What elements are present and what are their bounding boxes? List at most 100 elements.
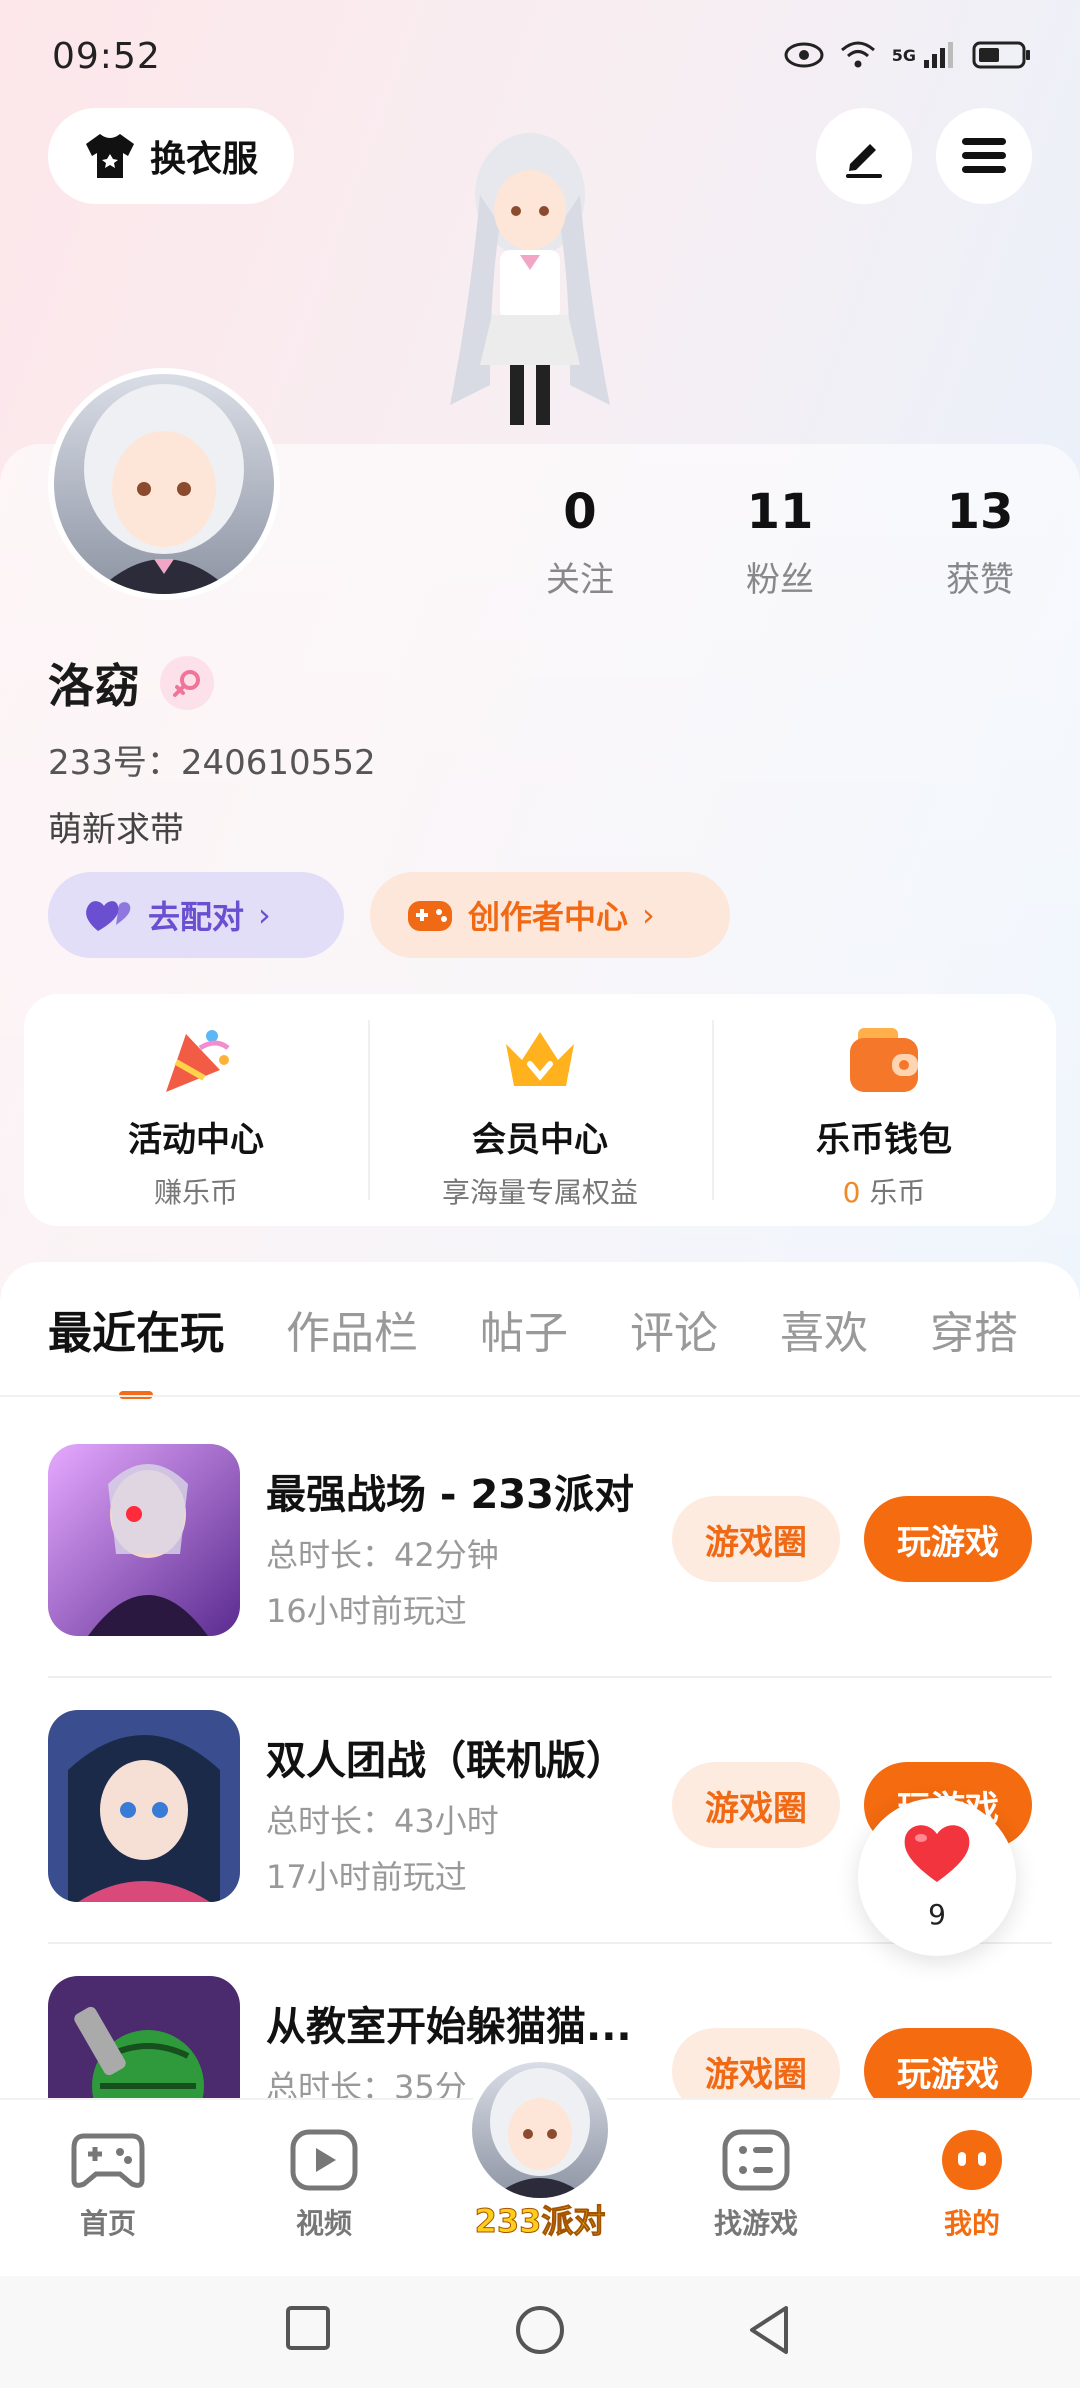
game-duration: 总时长：43小时 — [266, 1802, 499, 1840]
tshirt-icon — [85, 134, 134, 178]
status-bar: 09:52 5G — [0, 0, 1080, 110]
game-title: 双人团战（联机版） — [266, 1738, 626, 1784]
likes-count: 13 — [946, 484, 1014, 540]
gamepad-icon — [408, 901, 452, 931]
hearts-icon — [86, 901, 131, 931]
tab-works[interactable]: 作品栏 — [286, 1297, 418, 1361]
edit-profile-button[interactable] — [816, 108, 912, 204]
tab-posts[interactable]: 帖子 — [480, 1297, 568, 1361]
tab-comments[interactable]: 评论 — [630, 1297, 718, 1361]
service-coin-wallet[interactable]: 乐币钱包 0 乐币 — [712, 994, 1056, 1226]
female-gender-icon — [160, 656, 214, 710]
followers-label: 粉丝 — [746, 560, 814, 600]
stat-likes[interactable]: 13 获赞 — [880, 484, 1080, 601]
tab-recently-played[interactable]: 最近在玩 — [48, 1297, 224, 1399]
game-icon — [48, 1710, 240, 1902]
eye-icon — [784, 42, 824, 68]
bottom-nav: 首页 视频 233派对 找游戏 我的 — [0, 2056, 1080, 2276]
battery-icon — [972, 41, 1030, 69]
following-label: 关注 — [546, 560, 614, 600]
stat-followers[interactable]: 11 粉丝 — [680, 484, 880, 601]
user-bio: 萌新求带 — [48, 810, 184, 850]
service-subtitle: 赚乐币 — [153, 1176, 238, 1209]
nav-label: 视频 — [295, 2207, 352, 2240]
profile-avatar[interactable] — [48, 368, 280, 600]
pen-icon — [846, 144, 882, 178]
party-popper-icon — [156, 1020, 236, 1100]
signal-icon — [924, 42, 953, 68]
game-last-played: 17小时前玩过 — [266, 1858, 467, 1896]
followers-count: 11 — [746, 484, 814, 540]
network-label: 5G — [891, 45, 916, 65]
tab-likes[interactable]: 喜欢 — [780, 1297, 868, 1361]
gamepad-icon — [71, 2133, 145, 2188]
nav-label: 我的 — [943, 2207, 1000, 2240]
nav-label: 首页 — [79, 2207, 136, 2240]
nav-party-label: 233派对 — [474, 2202, 606, 2241]
like-count: 9 — [928, 1898, 946, 1931]
wifi-icon — [840, 41, 875, 68]
service-title: 会员中心 — [472, 1120, 608, 1160]
crown-icon — [500, 1020, 580, 1100]
game-circle-button[interactable]: 游戏圈 — [672, 1496, 840, 1582]
nav-video[interactable]: 视频 — [254, 2128, 394, 2242]
nav-find-games[interactable]: 找游戏 — [686, 2128, 826, 2242]
stat-following[interactable]: 0 关注 — [480, 484, 680, 601]
coin-unit: 乐币 — [860, 1176, 926, 1209]
game-duration: 总时长：42分钟 — [266, 1536, 499, 1574]
like-float-button[interactable]: 9 — [858, 1798, 1016, 1956]
chevron-right-icon: › — [258, 896, 271, 934]
home-circle-icon[interactable] — [514, 2304, 566, 2356]
user-id: 233号：240610552 — [48, 743, 376, 783]
creator-center-label: 创作者中心 — [468, 898, 629, 936]
heart-icon — [904, 1825, 970, 1882]
content-panel: 最近在玩 作品栏 帖子 评论 喜欢 穿搭 最强战场 - 233派对 总时长：42… — [0, 1262, 1080, 2168]
recent-apps-icon[interactable] — [284, 2304, 332, 2352]
face-icon — [942, 2130, 1002, 2190]
hamburger-icon — [962, 138, 1006, 173]
game-icon — [48, 1444, 240, 1636]
list-icon — [722, 2129, 790, 2191]
coin-count: 0 — [842, 1176, 861, 1209]
status-icons: 5G — [784, 40, 1032, 70]
nav-mine[interactable]: 我的 — [902, 2128, 1042, 2242]
back-triangle-icon[interactable] — [746, 2304, 794, 2356]
likes-label: 获赞 — [946, 560, 1014, 600]
match-button[interactable]: 去配对 › — [48, 872, 344, 958]
service-card: 活动中心 赚乐币 会员中心 享海量专属权益 乐币钱包 0 乐币 — [24, 994, 1056, 1226]
service-subtitle: 享海量专属权益 — [441, 1176, 638, 1209]
game-row[interactable]: 最强战场 - 233派对 总时长：42分钟 16小时前玩过 游戏圈 玩游戏 — [48, 1444, 1052, 1710]
profile-stats: 0 关注 11 粉丝 13 获赞 — [480, 484, 1080, 601]
following-count: 0 — [563, 484, 597, 540]
service-member-center[interactable]: 会员中心 享海量专属权益 — [368, 994, 712, 1226]
status-time: 09:52 — [52, 36, 161, 77]
menu-button[interactable] — [936, 108, 1032, 204]
change-outfit-button[interactable]: 换衣服 — [48, 108, 294, 204]
system-nav-bar — [0, 2276, 1080, 2388]
nav-label: 找游戏 — [713, 2207, 798, 2240]
game-circle-button[interactable]: 游戏圈 — [672, 1762, 840, 1848]
service-title: 活动中心 — [128, 1120, 264, 1160]
nav-home[interactable]: 首页 — [38, 2128, 178, 2242]
avatar-3d-figure[interactable] — [420, 125, 640, 445]
chevron-right-icon: › — [642, 896, 655, 934]
game-title: 从教室开始躲猫猫... — [266, 2004, 632, 2050]
game-last-played: 16小时前玩过 — [266, 1592, 467, 1630]
service-subtitle: 0 乐币 — [712, 1171, 1056, 1211]
profile-tabs: 最近在玩 作品栏 帖子 评论 喜欢 穿搭 — [48, 1262, 1018, 1399]
username: 洛窈 — [48, 659, 140, 713]
creator-center-button[interactable]: 创作者中心 › — [370, 872, 730, 958]
wallet-icon — [844, 1020, 924, 1100]
service-activity-center[interactable]: 活动中心 赚乐币 — [24, 994, 368, 1226]
username-row: 洛窈 — [48, 650, 214, 716]
game-title: 最强战场 - 233派对 — [266, 1472, 634, 1518]
change-outfit-label: 换衣服 — [149, 139, 258, 180]
nav-party-avatar[interactable] — [466, 2056, 614, 2204]
tab-outfits[interactable]: 穿搭 — [930, 1297, 1018, 1361]
play-game-button[interactable]: 玩游戏 — [864, 1496, 1032, 1582]
match-label: 去配对 — [148, 898, 245, 936]
service-title: 乐币钱包 — [816, 1120, 952, 1160]
row-divider — [48, 1676, 1052, 1678]
play-icon — [290, 2129, 358, 2191]
tabs-divider — [0, 1395, 1080, 1397]
